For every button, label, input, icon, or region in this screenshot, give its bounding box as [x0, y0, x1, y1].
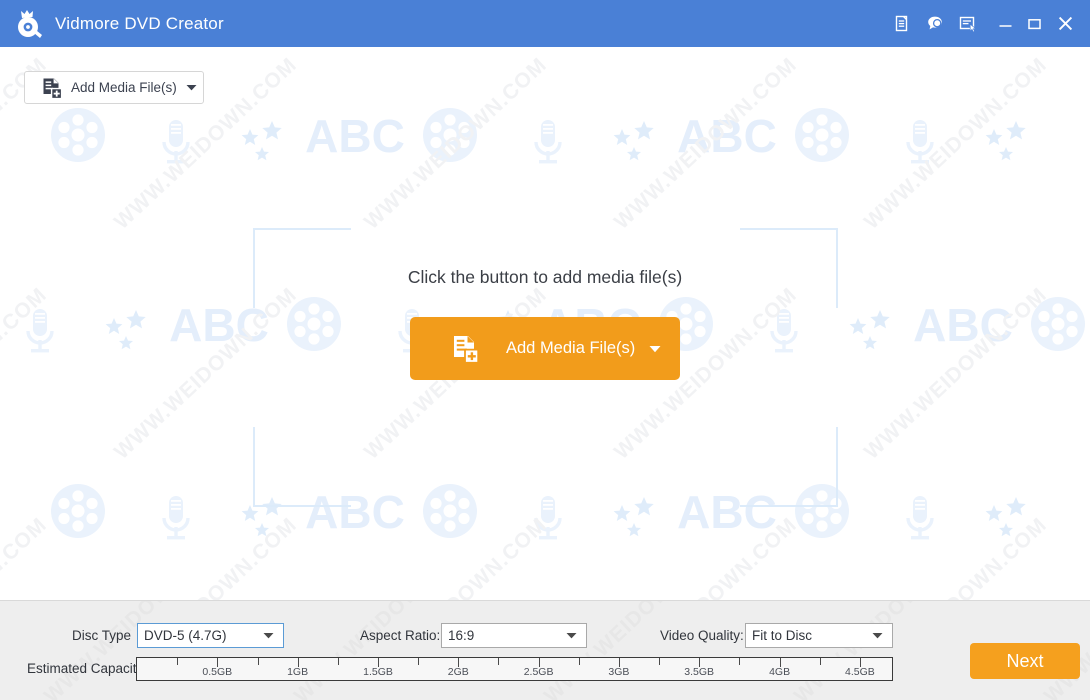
minimize-icon[interactable] — [991, 0, 1020, 47]
titlebar-buttons — [886, 0, 1090, 47]
aspect-ratio-value: 16:9 — [448, 628, 475, 643]
capacity-tick — [498, 658, 500, 665]
capacity-tick — [659, 658, 661, 665]
capacity-tick-label: 4.5GB — [845, 666, 875, 678]
capacity-row: Estimated Capacity: 0.5GB 1GB 1.5GB 2GB 2.5G… — [0, 657, 1090, 687]
capacity-tick-label: 2GB — [447, 666, 469, 678]
capacity-tick — [257, 658, 259, 665]
capacity-tick-label: 1GB — [287, 666, 309, 678]
capacity-tick-label: 4GB — [769, 666, 791, 678]
disc-type-select[interactable]: DVD-5 (4.7G) — [137, 623, 284, 648]
capacity-tick — [177, 658, 179, 665]
close-icon[interactable] — [1049, 0, 1082, 47]
menu-icon[interactable] — [952, 0, 985, 47]
capacity-tick — [418, 658, 420, 665]
aspect-ratio-select[interactable]: 16:9 — [441, 623, 587, 648]
capacity-tick-label: 1.5GB — [363, 666, 393, 678]
aspect-ratio-label: Aspect Ratio: — [360, 628, 441, 643]
disc-type-label: Disc Type — [72, 628, 132, 643]
next-button[interactable]: Next — [970, 643, 1080, 679]
register-icon[interactable] — [886, 0, 919, 47]
app-window: Vidmore DVD Creator WWW.WEIDOWN.COM WWW.… — [0, 0, 1090, 700]
main-content-area: ABC WWW.WEID — [0, 47, 1090, 600]
estimated-capacity-meter[interactable]: 0.5GB 1GB 1.5GB 2GB 2.5GB 3GB 3.5GB 4GB 4.5GB — [136, 657, 893, 681]
capacity-tick-label: 3.5GB — [684, 666, 715, 678]
video-quality-label: Video Quality: — [660, 628, 744, 643]
capacity-tick-label: 0.5GB — [202, 666, 233, 678]
capacity-tick — [739, 658, 741, 665]
title-bar: Vidmore DVD Creator — [0, 0, 1090, 47]
capacity-tick — [819, 658, 821, 665]
video-quality-select[interactable]: Fit to Disc — [745, 623, 893, 648]
capacity-tick-label: 3GB — [608, 666, 630, 678]
disc-type-value: DVD-5 (4.7G) — [144, 628, 227, 643]
app-title: Vidmore DVD Creator — [55, 13, 224, 33]
file-add-icon — [452, 334, 480, 364]
maximize-icon[interactable] — [1020, 0, 1049, 47]
chevron-down-icon[interactable] — [872, 632, 883, 639]
app-logo-icon — [13, 9, 43, 39]
chevron-down-icon[interactable] — [566, 632, 577, 639]
feedback-icon[interactable] — [919, 0, 952, 47]
capacity-tick — [578, 658, 580, 665]
capacity-tick — [337, 658, 339, 665]
capacity-tick-label: 2.5GB — [523, 666, 554, 678]
empty-state-hint: Click the button to add media file(s) — [407, 267, 683, 287]
video-quality-value: Fit to Disc — [752, 628, 813, 643]
settings-row: Disc Type DVD-5 (4.7G) Aspect Ratio: 16:… — [0, 623, 1090, 649]
add-media-files-button-primary[interactable]: Add Media File(s) — [410, 317, 680, 380]
chevron-down-icon[interactable] — [649, 345, 661, 353]
estimated-capacity-label: Estimated Capacity: — [27, 661, 148, 676]
empty-state: Click the button to add media file(s) Ad… — [0, 47, 1090, 600]
bottom-settings-bar: WWW.WEIDOWN.COM WWW.WEIDOWN.COM WWW.WEID… — [0, 600, 1090, 700]
chevron-down-icon[interactable] — [263, 632, 274, 639]
add-media-files-label: Add Media File(s) — [506, 339, 636, 357]
